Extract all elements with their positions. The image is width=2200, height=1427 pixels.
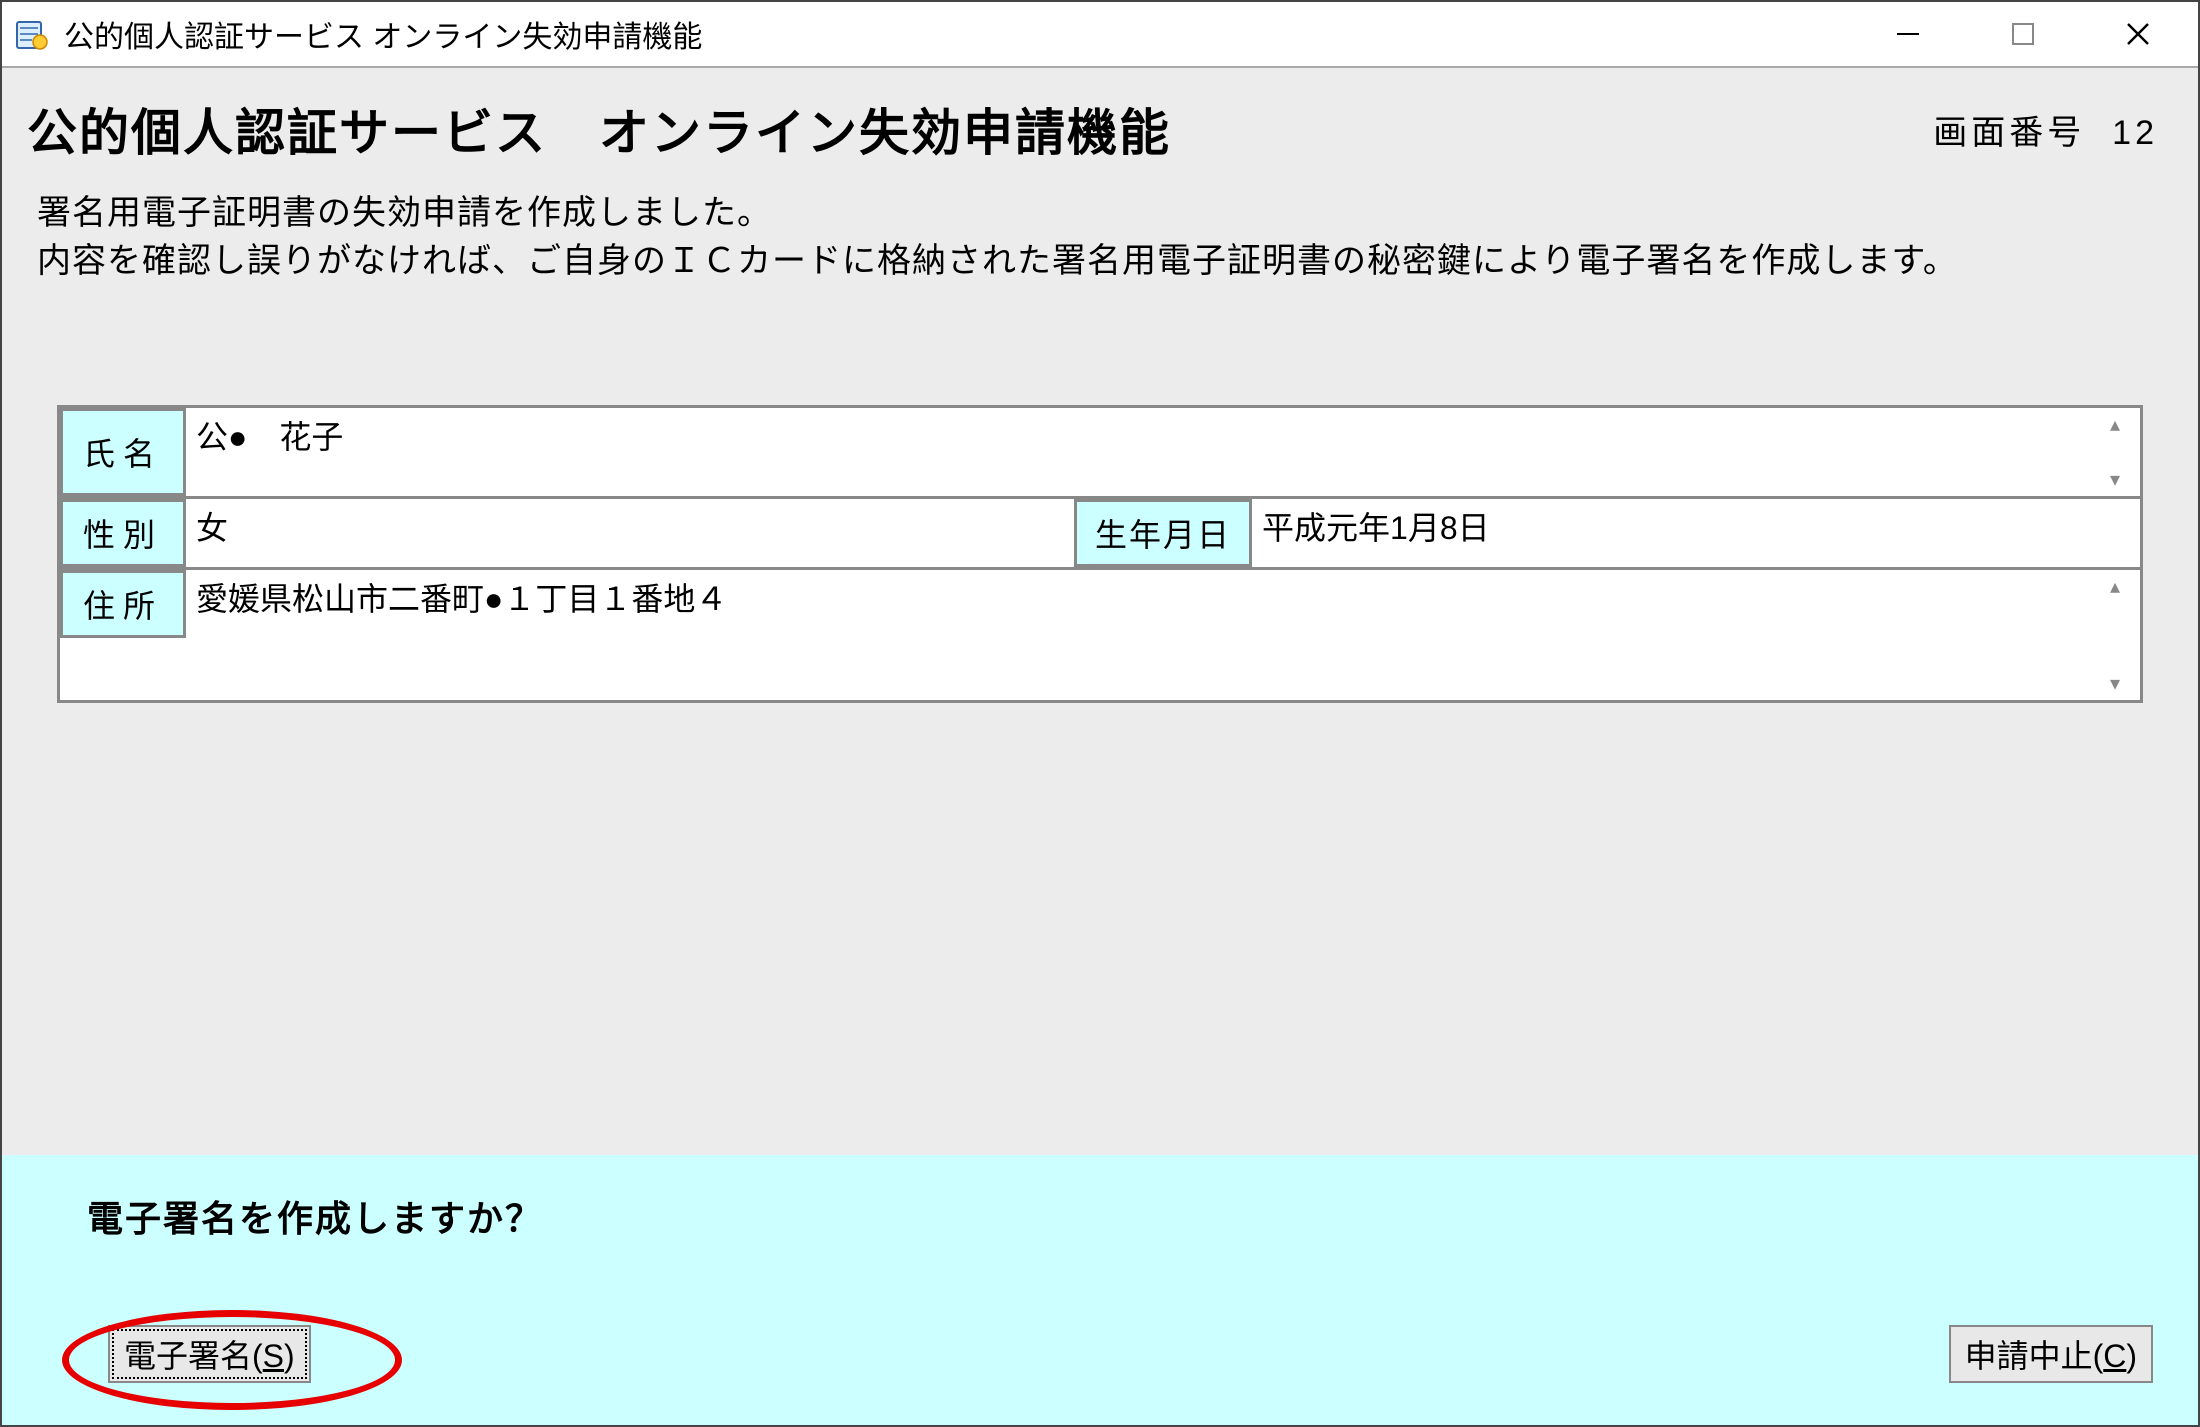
digital-sign-button[interactable]: 電子署名(S) xyxy=(108,1325,311,1383)
dob-label: 生年月日 xyxy=(1074,499,1252,567)
name-label: 氏名 xyxy=(60,408,186,496)
scroll-up-icon: ▴ xyxy=(2110,574,2120,599)
screen-number: 画面番号 12 xyxy=(1933,105,2158,154)
address-label: 住所 xyxy=(60,570,186,638)
applicant-info-table: 氏名 公● 花子 ▴ ▾ 性別 女 生年月日 平成元年1月8日 xyxy=(57,405,2143,703)
scroll-down-icon: ▾ xyxy=(2110,671,2120,696)
row-gender-dob: 性別 女 生年月日 平成元年1月8日 xyxy=(60,499,2140,570)
confirm-prompt: 電子署名を作成しますか？ xyxy=(87,1190,2153,1242)
page-title: 公的個人認証サービス オンライン失効申請機能 xyxy=(27,93,1171,165)
application-window: 公的個人認証サービス オンライン失効申請機能 公的個人認証サービス オンライン失… xyxy=(0,0,2200,1427)
titlebar: 公的個人認証サービス オンライン失効申請機能 xyxy=(2,2,2198,68)
instruction-text: 署名用電子証明書の失効申請を作成しました。 内容を確認し誤りがなければ、ご自身の… xyxy=(2,165,2198,295)
dob-text: 平成元年1月8日 xyxy=(1262,510,1490,546)
footer-panel: 電子署名を作成しますか？ 電子署名(S) 申請中止(C) xyxy=(2,1155,2198,1425)
close-button[interactable] xyxy=(2108,14,2168,54)
sign-btn-suffix: ) xyxy=(284,1338,295,1374)
instruction-line-2: 内容を確認し誤りがなければ、ご自身のＩＣカードに格納された署名用電子証明書の秘密… xyxy=(37,238,2163,286)
scroll-down-icon: ▾ xyxy=(2110,467,2120,492)
screen-number-label: 画面番号 xyxy=(1933,114,2085,152)
minimize-button[interactable] xyxy=(1878,14,1938,54)
name-value: 公● 花子 ▴ ▾ xyxy=(186,408,2140,496)
address-scroll[interactable]: ▴ ▾ xyxy=(2100,574,2130,696)
gender-text: 女 xyxy=(196,503,1064,549)
scroll-up-icon: ▴ xyxy=(2110,412,2120,437)
address-value: 愛媛県松山市二番町●１丁目１番地４ ▴ ▾ xyxy=(186,570,2140,700)
name-scroll[interactable]: ▴ ▾ xyxy=(2100,412,2130,492)
name-text: 公● 花子 xyxy=(196,412,2100,458)
cancel-btn-suffix: ) xyxy=(2126,1338,2137,1374)
cancel-btn-key: C xyxy=(2103,1338,2126,1374)
app-icon xyxy=(12,14,52,54)
window-title: 公的個人認証サービス オンライン失効申請機能 xyxy=(64,12,1878,56)
cancel-btn-prefix: 申請中止( xyxy=(1965,1338,2104,1374)
row-address: 住所 愛媛県松山市二番町●１丁目１番地４ ▴ ▾ xyxy=(60,570,2140,700)
window-controls xyxy=(1878,14,2188,54)
screen-number-value: 12 xyxy=(2112,114,2158,152)
sign-btn-key: S xyxy=(263,1338,284,1374)
content-area: 公的個人認証サービス オンライン失効申請機能 画面番号 12 署名用電子証明書の… xyxy=(2,68,2198,1425)
address-text: 愛媛県松山市二番町●１丁目１番地４ xyxy=(196,574,2100,620)
maximize-button[interactable] xyxy=(1993,14,2053,54)
sign-btn-prefix: 電子署名( xyxy=(124,1338,263,1374)
instruction-line-1: 署名用電子証明書の失効申請を作成しました。 xyxy=(37,190,2163,238)
gender-value: 女 xyxy=(186,499,1074,567)
row-name: 氏名 公● 花子 ▴ ▾ xyxy=(60,408,2140,499)
gender-label: 性別 xyxy=(60,499,186,567)
dob-value: 平成元年1月8日 xyxy=(1252,499,2140,567)
cancel-application-button[interactable]: 申請中止(C) xyxy=(1949,1325,2153,1383)
